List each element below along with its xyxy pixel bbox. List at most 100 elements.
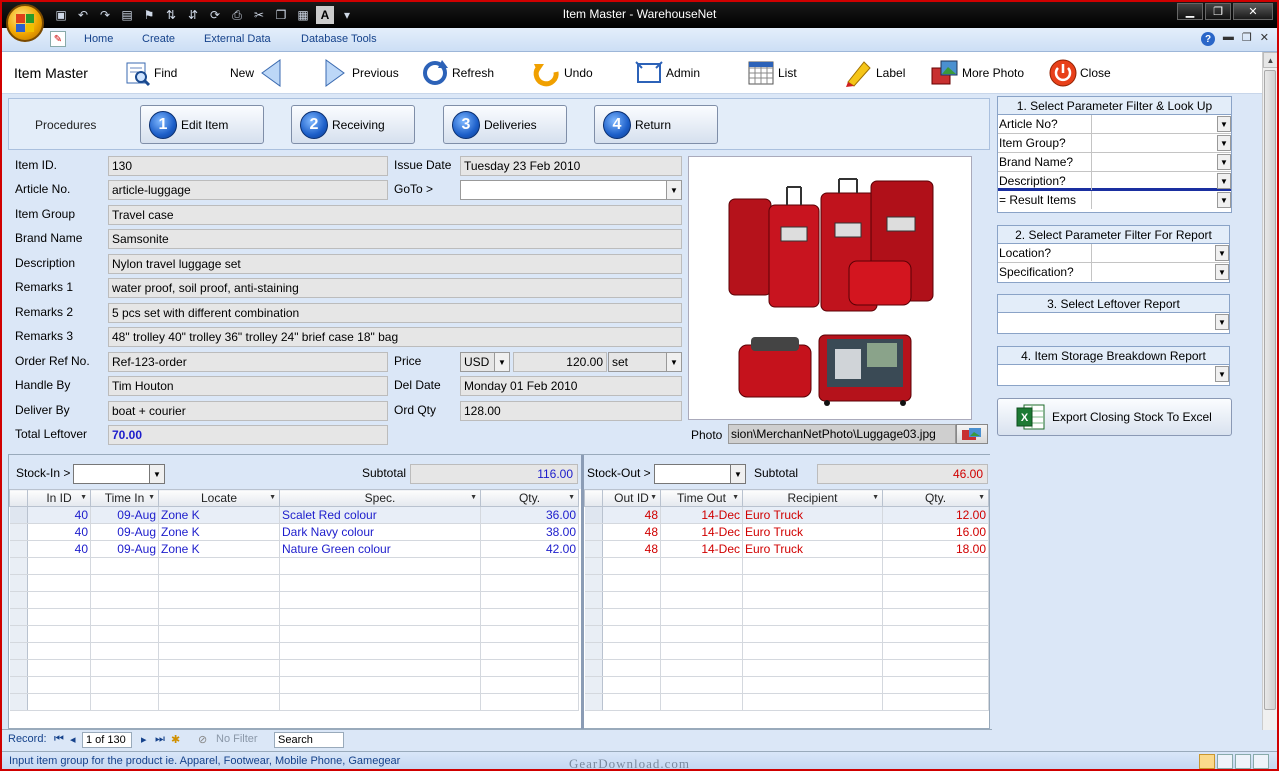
office-button[interactable]: [6, 4, 44, 42]
col-time-out[interactable]: Time Out ▼: [660, 489, 743, 507]
table-cell[interactable]: [279, 693, 481, 711]
table-row[interactable]: 48 14-Dec Euro Truck 16.00: [584, 523, 989, 541]
table-cell[interactable]: [602, 574, 661, 592]
table-cell[interactable]: 48: [602, 540, 661, 558]
result-items-combo[interactable]: = Result Items ▼: [998, 191, 1231, 212]
row-selector[interactable]: [9, 608, 28, 626]
table-cell[interactable]: [660, 642, 743, 660]
new-button[interactable]: New: [230, 57, 286, 89]
table-cell[interactable]: [480, 642, 579, 660]
next-record-icon[interactable]: ▸: [141, 733, 147, 746]
table-row[interactable]: [9, 642, 579, 660]
row-selector[interactable]: [9, 642, 28, 660]
table-cell[interactable]: 38.00: [480, 523, 579, 541]
remarks2-field[interactable]: 5 pcs set with different combination: [108, 303, 682, 323]
table-cell[interactable]: [480, 693, 579, 711]
table-cell[interactable]: [279, 557, 481, 575]
ord-qty-field[interactable]: 128.00: [460, 401, 682, 421]
remarks1-field[interactable]: water proof, soil proof, anti-staining: [108, 278, 682, 298]
table-cell[interactable]: Zone K: [158, 506, 280, 524]
export-excel-button[interactable]: X Export Closing Stock To Excel: [997, 398, 1232, 436]
chevron-down-icon[interactable]: ▼: [1217, 154, 1231, 170]
design-view-icon[interactable]: [1253, 754, 1269, 769]
no-filter-icon[interactable]: ⊘: [198, 733, 207, 746]
table-row[interactable]: [9, 625, 579, 643]
table-cell[interactable]: [480, 591, 579, 609]
table-cell[interactable]: 09-Aug: [90, 540, 159, 558]
table-cell[interactable]: [882, 557, 989, 575]
table-cell[interactable]: [279, 591, 481, 609]
table-cell[interactable]: [742, 591, 883, 609]
table-cell[interactable]: 40: [27, 523, 91, 541]
table-cell[interactable]: [158, 608, 280, 626]
table-cell[interactable]: [279, 574, 481, 592]
table-cell[interactable]: [158, 625, 280, 643]
tab-home[interactable]: Home: [84, 33, 113, 45]
table-cell[interactable]: Nature Green colour: [279, 540, 481, 558]
price-unit-combo[interactable]: set ▼: [608, 352, 682, 372]
currency-combo[interactable]: USD ▼: [460, 352, 510, 372]
row-selector[interactable]: [9, 659, 28, 677]
table-cell[interactable]: 48: [602, 506, 661, 524]
table-cell[interactable]: [882, 574, 989, 592]
stock-in-combo[interactable]: ▼: [73, 464, 165, 484]
row-selector[interactable]: [584, 574, 603, 592]
doc-minimize-icon[interactable]: ▬: [1223, 31, 1234, 44]
table-cell[interactable]: [882, 659, 989, 677]
chevron-down-icon[interactable]: ▼: [1215, 314, 1229, 330]
doc-restore-icon[interactable]: ❐: [1242, 31, 1252, 44]
table-cell[interactable]: [158, 693, 280, 711]
table-cell[interactable]: 12.00: [882, 506, 989, 524]
table-cell[interactable]: 14-Dec: [660, 540, 743, 558]
last-record-icon[interactable]: ⏭: [155, 733, 165, 746]
table-cell[interactable]: [27, 591, 91, 609]
table-cell[interactable]: [882, 693, 989, 711]
row-selector[interactable]: [584, 642, 603, 660]
tab-create[interactable]: Create: [142, 33, 175, 45]
no-filter-label[interactable]: No Filter: [216, 733, 258, 745]
deliver-by-field[interactable]: boat + courier: [108, 401, 388, 421]
refresh-button[interactable]: Refresh: [420, 57, 494, 89]
row-selector[interactable]: [9, 523, 28, 541]
order-ref-field[interactable]: Ref-123-order: [108, 352, 388, 372]
table-cell[interactable]: 40: [27, 540, 91, 558]
table-cell[interactable]: [90, 625, 159, 643]
table-cell[interactable]: 18.00: [882, 540, 989, 558]
table-row[interactable]: [584, 693, 989, 711]
browse-photo-button[interactable]: [956, 424, 988, 444]
col-locate[interactable]: Locate ▼: [158, 489, 280, 507]
prev-record-icon[interactable]: ◂: [70, 733, 76, 746]
chevron-down-icon[interactable]: ▼: [1217, 173, 1231, 189]
tab-external-data[interactable]: External Data: [204, 33, 271, 45]
table-cell[interactable]: [158, 574, 280, 592]
table-cell[interactable]: [480, 557, 579, 575]
brand-name-field[interactable]: Samsonite: [108, 229, 682, 249]
table-row[interactable]: 48 14-Dec Euro Truck 12.00: [584, 506, 989, 524]
row-selector[interactable]: [9, 625, 28, 643]
table-cell[interactable]: [279, 659, 481, 677]
table-cell[interactable]: [602, 693, 661, 711]
datasheet-view-icon[interactable]: [1217, 754, 1233, 769]
row-selector[interactable]: [584, 625, 603, 643]
table-cell[interactable]: [27, 659, 91, 677]
table-row[interactable]: 40 09-Aug Zone K Nature Green colour 42.00: [9, 540, 579, 558]
col-qty-out[interactable]: Qty. ▼: [882, 489, 989, 507]
vertical-scrollbar[interactable]: ▲: [1262, 52, 1277, 730]
table-cell[interactable]: [882, 625, 989, 643]
table-cell[interactable]: Euro Truck: [742, 540, 883, 558]
table-cell[interactable]: [90, 591, 159, 609]
table-cell[interactable]: [27, 574, 91, 592]
table-cell[interactable]: [660, 659, 743, 677]
location-filter[interactable]: Location? ▼: [998, 244, 1229, 263]
table-cell[interactable]: [742, 642, 883, 660]
table-cell[interactable]: [602, 659, 661, 677]
table-row[interactable]: [9, 608, 579, 626]
table-row[interactable]: 40 09-Aug Zone K Dark Navy colour 38.00: [9, 523, 579, 541]
table-cell[interactable]: [27, 625, 91, 643]
table-row[interactable]: [9, 574, 579, 592]
doc-close-icon[interactable]: ✕: [1260, 31, 1269, 44]
table-cell[interactable]: 40: [27, 506, 91, 524]
table-row[interactable]: [9, 676, 579, 694]
new-record-icon[interactable]: ✱: [171, 733, 180, 746]
photo-path-field[interactable]: sion\MerchanNetPhoto\Luggage03.jpg: [728, 424, 956, 444]
